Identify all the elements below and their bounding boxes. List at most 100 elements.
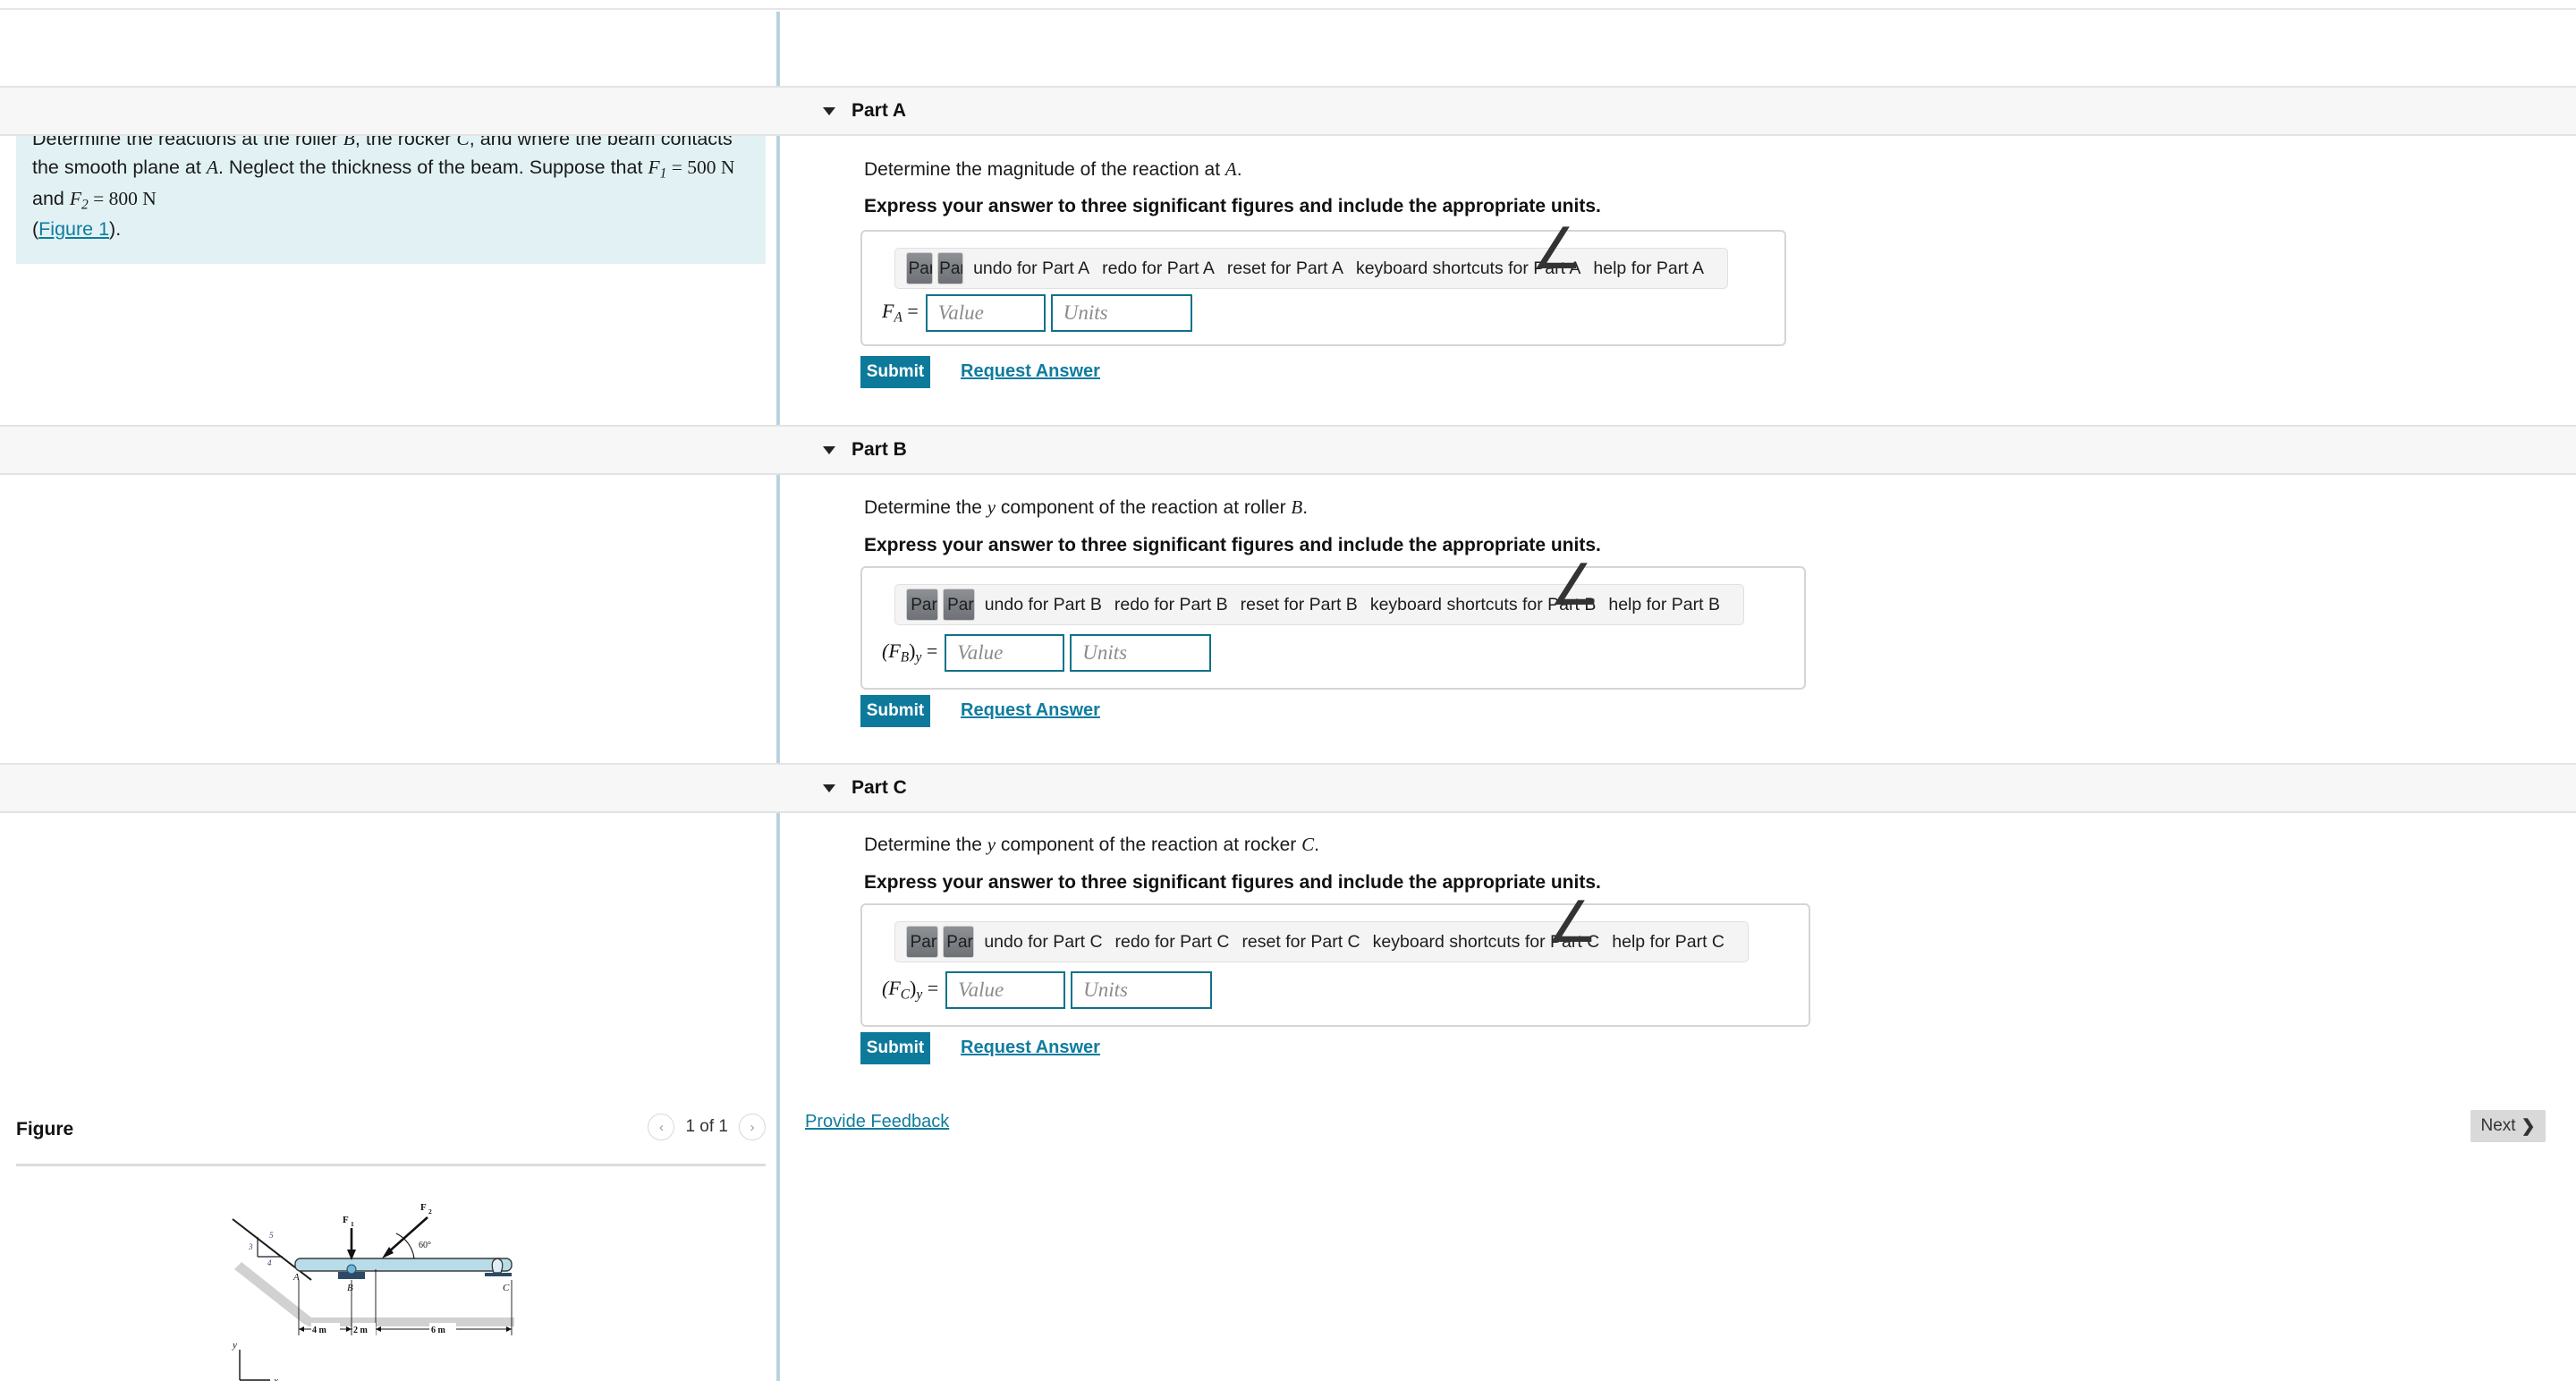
part-b-request-answer-link[interactable]: Request Answer	[961, 700, 1100, 721]
part-b-reset-button[interactable]: reset for Part B	[1241, 595, 1358, 615]
figure-panel-title: Figure	[16, 1119, 74, 1140]
point-b-label: B	[347, 1283, 353, 1293]
part-a-answer-row: FA = Value Units	[882, 294, 1198, 332]
dim3-right-arrow	[506, 1326, 512, 1332]
part-c-units-input[interactable]: Units	[1071, 971, 1213, 1009]
part-c-prompt: Determine the y component of the reactio…	[864, 834, 1319, 856]
part-c-prompt-post: .	[1314, 835, 1319, 855]
top-rule	[0, 0, 2576, 10]
axis-y-label: y	[232, 1340, 237, 1351]
force2-subscript: 2	[428, 1207, 432, 1216]
force1-subscript: 1	[351, 1220, 354, 1228]
part-c-reset-button[interactable]: reset for Part C	[1241, 932, 1360, 953]
problem-statement-text: Determine the reactions at the roller B,…	[32, 124, 748, 244]
figure-panel-header: Figure ‹ 1 of 1 ›	[16, 1114, 766, 1160]
part-a-prompt-post: .	[1236, 159, 1242, 180]
part-b-answer-row: (FB)y = Value Units	[882, 634, 1216, 672]
figure-diagram[interactable]: 3 5 4 F 1 F 2 60° A B C 4 m 2 m 6 m y x	[206, 1190, 581, 1381]
part-a-submit-button[interactable]: Submit	[860, 356, 930, 388]
page-root: Determine the reactions at the roller B,…	[0, 0, 2576, 1381]
part-a-math-palette-button-1[interactable]: for Part A	[906, 252, 933, 284]
part-a-prompt: Determine the magnitude of the reaction …	[864, 158, 1242, 181]
pane-divider	[776, 12, 780, 1381]
part-a-value-input[interactable]: Value	[925, 294, 1046, 332]
part-c-answer-label: (FC)y =	[882, 977, 938, 1004]
next-button[interactable]: Next ❯	[2470, 1110, 2546, 1142]
part-c-prompt-mid: component of the reaction at rocker	[996, 835, 1302, 855]
dim1-left-arrow	[299, 1326, 304, 1332]
part-a-redo-button[interactable]: redo for Part A	[1102, 258, 1215, 279]
part-c-keyboard-shortcuts-button[interactable]: keyboard shortcuts for Part C	[1373, 932, 1600, 953]
angle-label: 60°	[419, 1241, 431, 1250]
provide-feedback-link[interactable]: Provide Feedback	[805, 1112, 949, 1132]
part-b-undo-button[interactable]: undo for Part B	[985, 595, 1102, 615]
part-c-math-palette-button-1[interactable]: for Part C	[906, 926, 938, 958]
part-a-prompt-var: A	[1224, 158, 1237, 180]
paren-close: ).	[109, 218, 122, 241]
caret-down-icon[interactable]	[823, 784, 835, 792]
part-b-math-palette-button-2[interactable]: for Part B	[942, 589, 975, 621]
part-a-note: Express your answer to three significant…	[864, 196, 1601, 216]
caret-down-icon[interactable]	[823, 106, 835, 115]
part-a-reset-button[interactable]: reset for Part A	[1227, 258, 1343, 279]
part-b-label-suffix: )	[909, 640, 916, 663]
figure-divider	[16, 1164, 766, 1166]
part-b-label-prefix: (F	[882, 640, 901, 663]
chevron-right-icon: ›	[750, 1119, 755, 1135]
part-c-label: Part C	[852, 777, 907, 798]
part-a-label-prefix: F	[882, 300, 894, 323]
problem-text-d: . Neglect the thickness of the beam. Sup…	[217, 157, 648, 179]
part-b-keyboard-shortcuts-button[interactable]: keyboard shortcuts for Part B	[1370, 595, 1597, 615]
point-c-label: C	[503, 1283, 510, 1293]
force2-label: F	[420, 1202, 427, 1213]
part-a-answer-card: for Part A for Part A undo for Part A re…	[860, 221, 1786, 346]
part-a-math-palette-button-2[interactable]: for Part A	[936, 252, 964, 284]
part-b-help-button[interactable]: help for Part B	[1608, 595, 1720, 615]
part-a-help-button[interactable]: help for Part A	[1593, 258, 1704, 279]
figure-prev-button[interactable]: ‹	[648, 1114, 675, 1140]
force1-label: F	[343, 1215, 349, 1225]
figure-1-link[interactable]: Figure 1	[38, 218, 109, 240]
slope-hyp-label: 5	[269, 1231, 274, 1240]
part-b-toolbar: for Part B for Part B undo for Part B re…	[894, 584, 1744, 625]
part-b-value-input[interactable]: Value	[945, 634, 1065, 672]
part-b-redo-button[interactable]: redo for Part B	[1114, 595, 1228, 615]
part-c-help-button[interactable]: help for Part C	[1612, 932, 1724, 953]
part-c-answer-card: for Part C for Part C undo for Part C re…	[860, 894, 1810, 1027]
part-c-answer-row: (FC)y = Value Units	[882, 971, 1217, 1009]
part-a-header[interactable]: Part A	[0, 86, 2576, 136]
part-a-request-answer-link[interactable]: Request Answer	[961, 361, 1100, 382]
problem-var-a: A	[206, 157, 218, 179]
part-b-answer-label: (FB)y =	[882, 640, 937, 666]
part-a-units-input[interactable]: Units	[1050, 294, 1192, 332]
dim1-label: 4 m	[312, 1326, 327, 1335]
part-a-undo-button[interactable]: undo for Part A	[973, 258, 1089, 279]
beam-diagram-svg: 3 5 4 F 1 F 2 60° A B C 4 m 2 m 6 m y x	[232, 1202, 514, 1381]
caret-down-icon[interactable]	[823, 445, 835, 454]
figure-next-button[interactable]: ›	[739, 1114, 766, 1140]
part-c-math-palette-button-2[interactable]: for Part C	[942, 926, 975, 958]
dim1-right-arrow	[346, 1326, 352, 1332]
dim2-label: 2 m	[353, 1326, 369, 1335]
part-c-submit-button[interactable]: Submit	[860, 1032, 930, 1064]
part-c-header[interactable]: Part C	[0, 763, 2576, 813]
part-c-value-input[interactable]: Value	[945, 971, 1066, 1009]
part-c-toolbar: for Part C for Part C undo for Part C re…	[894, 921, 1749, 962]
part-a-keyboard-shortcuts-button[interactable]: keyboard shortcuts for Part A	[1356, 258, 1580, 279]
part-b-label-eq: =	[921, 640, 938, 663]
part-b-units-input[interactable]: Units	[1070, 634, 1212, 672]
part-b-math-palette-button-1[interactable]: for Part B	[906, 589, 938, 621]
part-a-prompt-pre: Determine the magnitude of the reaction …	[864, 159, 1225, 180]
axis-x-label: x	[273, 1376, 278, 1381]
part-b-prompt-var2: B	[1291, 496, 1303, 518]
part-a-label: Part A	[852, 100, 907, 121]
chevron-left-icon: ‹	[658, 1119, 664, 1135]
part-c-undo-button[interactable]: undo for Part C	[984, 932, 1102, 953]
next-button-label: Next	[2480, 1116, 2516, 1135]
part-c-request-answer-link[interactable]: Request Answer	[961, 1038, 1100, 1058]
part-b-submit-button[interactable]: Submit	[860, 695, 930, 727]
part-b-header[interactable]: Part B	[0, 425, 2576, 475]
part-b-note: Express your answer to three significant…	[864, 535, 1601, 555]
rocker-base	[485, 1273, 512, 1276]
part-c-redo-button[interactable]: redo for Part C	[1115, 932, 1230, 953]
